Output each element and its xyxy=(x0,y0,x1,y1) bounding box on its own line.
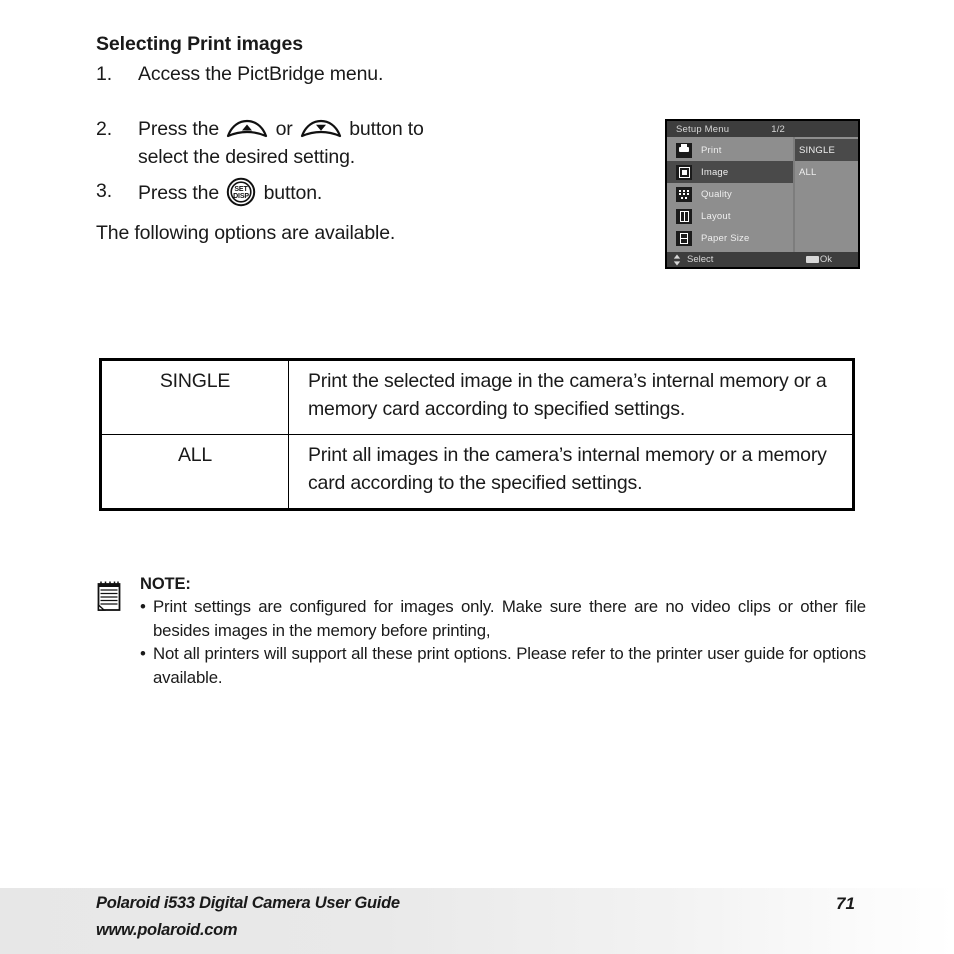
lcd-menu-item-image[interactable]: Image xyxy=(667,161,793,183)
note-list-item: Not all printers will support all these … xyxy=(140,642,866,689)
lcd-menu-item-quality[interactable]: Quality xyxy=(667,183,793,205)
lcd-menu-label: Image xyxy=(701,166,729,178)
table-row: ALL Print all images in the camera’s int… xyxy=(102,434,852,508)
quality-grid-icon xyxy=(676,186,692,202)
lcd-menu-column: Print Image Quality Layout Paper Size xyxy=(667,137,793,252)
step-text: Access the PictBridge menu. xyxy=(138,63,384,85)
lcd-menu-label: Layout xyxy=(701,210,731,222)
following-options-text: The following options are available. xyxy=(96,222,396,244)
step-text: Press the SET DISP button. xyxy=(138,177,656,207)
step-text-part: Press the xyxy=(138,118,220,140)
note-list-item: Print settings are configured for images… xyxy=(140,595,866,642)
lcd-menu-item-paper-size[interactable]: Paper Size xyxy=(667,227,793,249)
step-text-part: or xyxy=(275,118,293,140)
note-block: NOTE: Print settings are configured for … xyxy=(96,574,866,689)
step-item-2: 2. Press the or button to select the des… xyxy=(96,115,656,171)
table-cell-option-description: Print the selected image in the camera’s… xyxy=(288,361,852,435)
lcd-menu-label: Paper Size xyxy=(701,232,750,244)
lcd-footer-select-label: Select xyxy=(687,254,714,265)
table-cell-option-description: Print all images in the camera’s interna… xyxy=(308,444,827,494)
page-title: Selecting Print images xyxy=(96,33,303,55)
table-cell-option-key: SINGLE xyxy=(102,361,289,435)
step-text: Press the or button to select the desire… xyxy=(138,115,656,171)
lcd-value-single[interactable]: SINGLE xyxy=(793,139,858,161)
lcd-menu-item-layout[interactable]: Layout xyxy=(667,205,793,227)
step-number: 3. xyxy=(96,180,112,202)
printer-icon xyxy=(676,142,692,158)
lcd-header-bar: Setup Menu 1/2 xyxy=(667,121,858,137)
lcd-menu-item-print[interactable]: Print xyxy=(667,139,793,161)
lcd-body: Print Image Quality Layout Paper Size SI… xyxy=(667,137,858,252)
step-item-3: 3. Press the SET DISP button. xyxy=(96,177,656,207)
lcd-header-title: Setup Menu xyxy=(676,123,730,135)
lcd-page-indicator: 1/2 xyxy=(771,123,786,135)
table-cell-option-key: ALL xyxy=(102,434,289,508)
footer-credits: Polaroid i533 Digital Camera User Guide … xyxy=(96,890,400,944)
notepad-icon xyxy=(96,580,122,612)
lcd-menu-label: Print xyxy=(701,144,722,156)
camera-lcd-screenshot: Setup Menu 1/2 Print Image Quality Layou… xyxy=(665,119,860,269)
lcd-value-all[interactable]: ALL xyxy=(793,161,858,183)
set-disp-button-icon: SET DISP xyxy=(226,177,256,207)
step-item-1: 1. Access the PictBridge menu. xyxy=(96,60,656,88)
lcd-values-column: SINGLE ALL xyxy=(793,137,858,252)
note-list: Print settings are configured for images… xyxy=(140,595,866,689)
fan-up-button-icon xyxy=(226,119,268,141)
note-title: NOTE: xyxy=(140,575,191,593)
set-key-icon xyxy=(805,256,819,263)
image-frame-icon xyxy=(676,164,692,180)
note-content: NOTE: Print settings are configured for … xyxy=(140,574,866,689)
lcd-footer-ok-label: Ok xyxy=(819,254,832,265)
step-number: 1. xyxy=(96,63,112,85)
step-text-part: Press the xyxy=(138,182,220,204)
layout-icon xyxy=(676,208,692,224)
step-number: 2. xyxy=(96,118,112,140)
lcd-footer-bar: Select Ok xyxy=(667,252,858,267)
paper-size-icon xyxy=(676,230,692,246)
svg-text:SET: SET xyxy=(235,186,249,193)
lcd-footer-ok: Ok xyxy=(805,254,832,265)
fan-down-button-icon xyxy=(300,119,342,141)
footer-guide-title: Polaroid i533 Digital Camera User Guide xyxy=(96,894,400,912)
step-text-line2: select the desired setting. xyxy=(138,146,356,168)
step-text-part: button. xyxy=(263,182,323,204)
footer-website: www.polaroid.com xyxy=(96,921,238,939)
svg-text:DISP: DISP xyxy=(233,193,249,200)
steps-list: 1. Access the PictBridge menu. 2. Press … xyxy=(96,60,656,207)
table-row: SINGLE Print the selected image in the c… xyxy=(102,361,852,435)
up-down-arrows-icon xyxy=(673,254,681,266)
lcd-menu-label: Quality xyxy=(701,188,732,200)
document-page: Selecting Print images 1. Access the Pic… xyxy=(0,0,954,954)
page-number: 71 xyxy=(836,894,855,913)
step-text-part: button to xyxy=(349,118,424,140)
print-options-table: SINGLE Print the selected image in the c… xyxy=(99,358,855,511)
